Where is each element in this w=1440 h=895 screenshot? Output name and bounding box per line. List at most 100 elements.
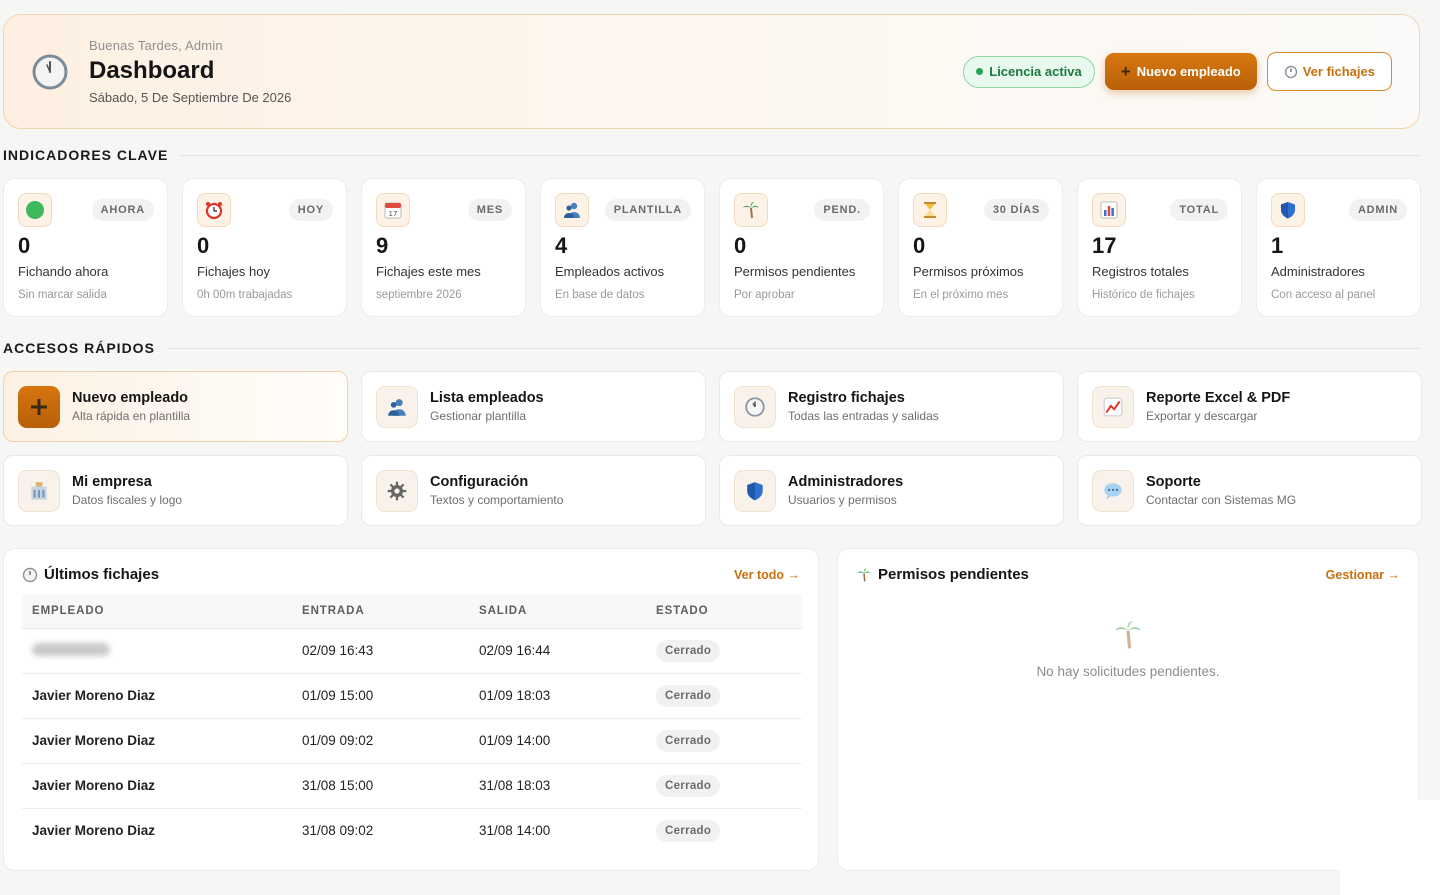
quick-access-texts: Registro fichajes Todas las entradas y s… [788, 390, 939, 423]
column-header-exit: SALIDA [469, 595, 646, 629]
kpi-card-fichajes-mes[interactable]: 17 MES 9 Fichajes este mes septiembre 20… [361, 178, 526, 317]
quick-access-employee-list[interactable]: Lista empleados Gestionar plantilla [361, 371, 706, 442]
panel-title: Últimos fichajes [44, 566, 160, 583]
kpi-sub: Histórico de fichajes [1092, 289, 1195, 301]
quick-access-clocking-log[interactable]: Registro fichajes Todas las entradas y s… [719, 371, 1064, 442]
gear-icon [376, 469, 418, 512]
view-clockings-button-label: Ver fichajes [1302, 64, 1375, 79]
kpi-tag: PEND. [814, 199, 870, 221]
status-badge: Cerrado [656, 729, 721, 752]
kpi-label: Fichajes hoy [197, 264, 270, 279]
employee-cell: Javier Moreno Diaz [22, 673, 292, 719]
section-title-quick-access: ACCESOS RÁPIDOS [3, 340, 1420, 356]
table-header-row: EMPLEADO ENTRADA SALIDA ESTADO [22, 595, 802, 629]
manage-link[interactable]: Gestionar → [1326, 568, 1400, 582]
recent-clockings-panel: Últimos fichajes Ver todo → EMPLEADO ENT… [3, 548, 819, 871]
status-badge: Cerrado [656, 819, 721, 842]
status-cell: Cerrado [646, 718, 802, 764]
kpi-card-fichando-ahora[interactable]: AHORA 0 Fichando ahora Sin marcar salida [3, 178, 168, 317]
shield-icon [1271, 193, 1305, 227]
quick-access-title: Nuevo empleado [72, 390, 189, 406]
kpi-sub: septiembre 2026 [376, 289, 462, 301]
kpi-card-administradores[interactable]: ADMIN 1 Administradores Con acceso al pa… [1256, 178, 1421, 317]
employee-cell: Javier Moreno Diaz [32, 823, 156, 839]
blank-area [1340, 800, 1440, 895]
kpi-card-permisos-proximos[interactable]: 30 DÍAS 0 Permisos próximos En el próxim… [898, 178, 1063, 317]
exit-cell: 31/08 18:03 [469, 763, 646, 809]
quick-access-title: Configuración [430, 474, 529, 490]
kpi-sub: En base de datos [555, 289, 645, 301]
section-title-quick-access-label: ACCESOS RÁPIDOS [3, 340, 155, 356]
license-badge: Licencia activa [963, 55, 1095, 88]
view-all-link[interactable]: Ver todo → [734, 568, 800, 582]
quick-access-title: Lista empleados [430, 390, 544, 406]
current-date: Sábado, 5 De Septiembre De 2026 [89, 90, 292, 105]
quick-access-settings[interactable]: Configuración Textos y comportamiento [361, 455, 706, 526]
table-row[interactable]: Javier Moreno Diaz 31/08 09:02 31/08 14:… [22, 808, 802, 853]
quick-access-subtitle: Exportar y descargar [1146, 409, 1258, 423]
kpi-label: Administradores [1271, 264, 1365, 279]
status-cell: Cerrado [646, 763, 802, 809]
greeting: Buenas Tardes, Admin [89, 38, 223, 53]
license-badge-label: Licencia activa [989, 64, 1082, 79]
divider [180, 154, 1420, 156]
status-cell: Cerrado [646, 628, 802, 674]
quick-access-grid: Nuevo empleado Alta rápida en plantilla … [3, 371, 1422, 526]
kpi-value: 0 [18, 233, 31, 258]
kpi-label: Fichajes este mes [376, 264, 481, 279]
divider [166, 347, 1420, 349]
status-badge: Cerrado [656, 639, 721, 662]
employee-cell [22, 628, 292, 674]
green-circle-icon [18, 193, 52, 227]
exit-cell: 01/09 18:03 [469, 673, 646, 719]
section-title-kpis-label: INDICADORES CLAVE [3, 147, 169, 163]
kpi-card-registros-totales[interactable]: TOTAL 17 Registros totales Histórico de … [1077, 178, 1242, 317]
entry-cell: 02/09 16:43 [292, 628, 469, 674]
palm-tree-icon [857, 568, 871, 581]
quick-access-new-employee[interactable]: Nuevo empleado Alta rápida en plantilla [3, 371, 348, 442]
chat-bubble-icon [1092, 469, 1134, 512]
quick-access-administrators[interactable]: Administradores Usuarios y permisos [719, 455, 1064, 526]
quick-access-texts: Administradores Usuarios y permisos [788, 474, 903, 507]
people-icon [376, 385, 418, 428]
palm-tree-icon [1115, 621, 1141, 649]
quick-access-report[interactable]: Reporte Excel & PDF Exportar y descargar [1077, 371, 1422, 442]
svg-text:17: 17 [389, 210, 398, 218]
entry-cell: 31/08 15:00 [292, 763, 469, 809]
quick-access-texts: Configuración Textos y comportamiento [430, 474, 563, 507]
quick-access-texts: Nuevo empleado Alta rápida en plantilla [72, 390, 190, 423]
kpi-row: AHORA 0 Fichando ahora Sin marcar salida… [3, 178, 1421, 317]
quick-access-support[interactable]: Soporte Contactar con Sistemas MG [1077, 455, 1422, 526]
quick-access-my-company[interactable]: Mi empresa Datos fiscales y logo [3, 455, 348, 526]
kpi-card-empleados-activos[interactable]: PLANTILLA 4 Empleados activos En base de… [540, 178, 705, 317]
kpi-sub: Con acceso al panel [1271, 289, 1376, 301]
clockings-table: EMPLEADO ENTRADA SALIDA ESTADO 02/09 16:… [22, 595, 802, 853]
plus-icon [18, 385, 60, 428]
clock-icon [1284, 65, 1297, 78]
quick-access-texts: Reporte Excel & PDF Exportar y descargar [1146, 390, 1290, 423]
alarm-clock-icon [197, 193, 231, 227]
new-employee-button[interactable]: + Nuevo empleado [1104, 53, 1257, 90]
quick-access-texts: Mi empresa Datos fiscales y logo [72, 474, 182, 507]
kpi-card-permisos-pendientes[interactable]: PEND. 0 Permisos pendientes Por aprobar [719, 178, 884, 317]
kpi-value: 1 [1271, 233, 1284, 258]
plus-icon: + [1120, 61, 1131, 81]
employee-cell: Javier Moreno Diaz [22, 763, 292, 809]
quick-access-title: Registro fichajes [788, 390, 905, 406]
table-row[interactable]: Javier Moreno Diaz 01/09 09:02 01/09 14:… [22, 718, 802, 764]
view-clockings-button[interactable]: Ver fichajes [1266, 52, 1392, 91]
table-row[interactable]: 02/09 16:43 02/09 16:44 Cerrado [22, 628, 802, 674]
kpi-tag: AHORA [91, 199, 154, 221]
status-badge: Cerrado [656, 684, 721, 707]
quick-access-texts: Lista empleados Gestionar plantilla [430, 390, 544, 423]
table-row[interactable]: Javier Moreno Diaz 31/08 15:00 31/08 18:… [22, 763, 802, 809]
table-row[interactable]: Javier Moreno Diaz 01/09 15:00 01/09 18:… [22, 673, 802, 719]
kpi-tag: ADMIN [1348, 199, 1407, 221]
kpi-card-fichajes-hoy[interactable]: HOY 0 Fichajes hoy 0h 00m trabajadas [182, 178, 347, 317]
kpi-label: Permisos próximos [913, 264, 1024, 279]
palm-tree-icon [734, 193, 768, 227]
pending-permissions-panel: Permisos pendientes Gestionar → No hay s… [837, 548, 1419, 871]
kpi-label: Empleados activos [555, 264, 665, 279]
people-icon [555, 193, 589, 227]
kpi-sub: En el próximo mes [913, 289, 1009, 301]
